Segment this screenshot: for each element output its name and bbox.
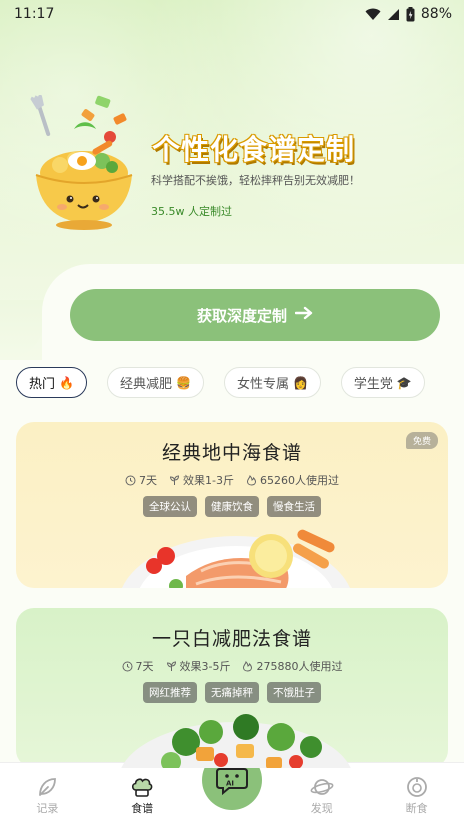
- food-bowl-illustration: [30, 94, 138, 235]
- chip-label: 经典减肥: [119, 377, 172, 392]
- chip-hot[interactable]: 热门 🔥: [16, 367, 87, 398]
- recipe-meta: 7天 效果3-5斤 275880人使用过: [16, 658, 448, 674]
- recipe-effect: 效果3-5斤: [166, 658, 230, 674]
- leaf-icon: [39, 778, 57, 796]
- nav-label: 发现: [310, 802, 333, 815]
- recipe-card[interactable]: 免费 经典地中海食谱 7天 效果1-3斤 65260人使用过 全球公认 健康饮食…: [16, 422, 448, 588]
- clock-icon: [125, 475, 136, 485]
- recipe-tags: 全球公认 健康饮食 慢食生活: [16, 496, 448, 517]
- chip-women[interactable]: 女性专属 👩: [223, 367, 321, 398]
- nav-discover[interactable]: 发现: [282, 776, 362, 816]
- clock-icon: [122, 661, 133, 671]
- status-time: 11:17: [14, 6, 55, 22]
- burger-icon: 🍔: [175, 375, 191, 390]
- recipe-tag: 慢食生活: [267, 496, 321, 517]
- status-bar: 11:17 88%: [0, 0, 464, 28]
- sprout-icon: [166, 660, 176, 671]
- salmon-dish-image: [116, 516, 356, 588]
- recipe-users: 275880人使用过: [242, 658, 342, 674]
- recipe-tag: 不饿肚子: [267, 682, 321, 703]
- planet-icon: [310, 779, 334, 795]
- chip-label: 学生党: [353, 377, 393, 392]
- salad-dish-image: [116, 702, 356, 768]
- nav-label: 食谱: [131, 802, 154, 815]
- recipe-users: 65260人使用过: [246, 472, 339, 488]
- flame-icon: [246, 474, 256, 486]
- battery-icon: [406, 6, 415, 22]
- hero-user-count: 35.5w 人定制过: [151, 205, 232, 218]
- recipe-title: 一只白减肥法食谱: [151, 628, 312, 650]
- recipe-meta: 7天 效果1-3斤 65260人使用过: [16, 472, 448, 488]
- hero-title: 个性化食谱定制: [152, 133, 356, 166]
- nav-label: 记录: [36, 802, 59, 815]
- recipe-days: 7天: [125, 472, 157, 488]
- nav-fasting[interactable]: 断食: [377, 776, 457, 816]
- nav-label: 断食: [405, 802, 428, 815]
- nav-recipes[interactable]: 食谱: [102, 776, 182, 816]
- flame-icon: [243, 660, 253, 672]
- recipe-title: 经典地中海食谱: [161, 442, 302, 464]
- recipe-effect: 效果1-3斤: [169, 472, 234, 488]
- recipe-days: 7天: [122, 658, 154, 674]
- grad-cap-icon: 🎓: [396, 375, 412, 390]
- chip-students[interactable]: 学生党 🎓: [340, 367, 425, 398]
- ai-bot-icon: AI: [216, 768, 248, 795]
- chip-label: 女性专属: [236, 377, 289, 392]
- recipe-tag: 网红推荐: [143, 682, 197, 703]
- recipe-tag: 无痛掉秤: [205, 682, 259, 703]
- recipe-tags: 网红推荐 无痛掉秤 不饿肚子: [16, 682, 448, 703]
- hero-subtitle: 科学搭配不挨饿，轻松摔秤告别无效减肥！: [151, 174, 360, 187]
- arrow-right-icon: [294, 306, 313, 324]
- battery-percent: 88%: [420, 6, 452, 22]
- svg-text:AI: AI: [226, 780, 234, 788]
- cta-label: 获取深度定制: [196, 306, 287, 325]
- chef-hat-icon: [132, 778, 153, 797]
- recipe-tag: 全球公认: [143, 496, 197, 517]
- chip-label: 热门: [29, 377, 56, 392]
- sprout-icon: [170, 474, 180, 485]
- recipe-tag: 健康饮食: [205, 496, 259, 517]
- woman-icon: 👩: [292, 375, 308, 390]
- nav-record[interactable]: 记录: [7, 776, 87, 816]
- signal-icon: [387, 8, 400, 21]
- category-chips: 热门 🔥 经典减肥 🍔 女性专属 👩 学生党 🎓: [16, 367, 464, 399]
- fire-icon: 🔥: [59, 375, 74, 390]
- chip-classic-diet[interactable]: 经典减肥 🍔: [106, 367, 204, 398]
- wifi-icon: [365, 8, 381, 21]
- get-custom-plan-button[interactable]: 获取深度定制: [70, 289, 440, 341]
- timer-icon: [406, 777, 427, 797]
- recipe-card[interactable]: 一只白减肥法食谱 7天 效果3-5斤 275880人使用过 网红推荐 无痛掉秤 …: [16, 608, 448, 768]
